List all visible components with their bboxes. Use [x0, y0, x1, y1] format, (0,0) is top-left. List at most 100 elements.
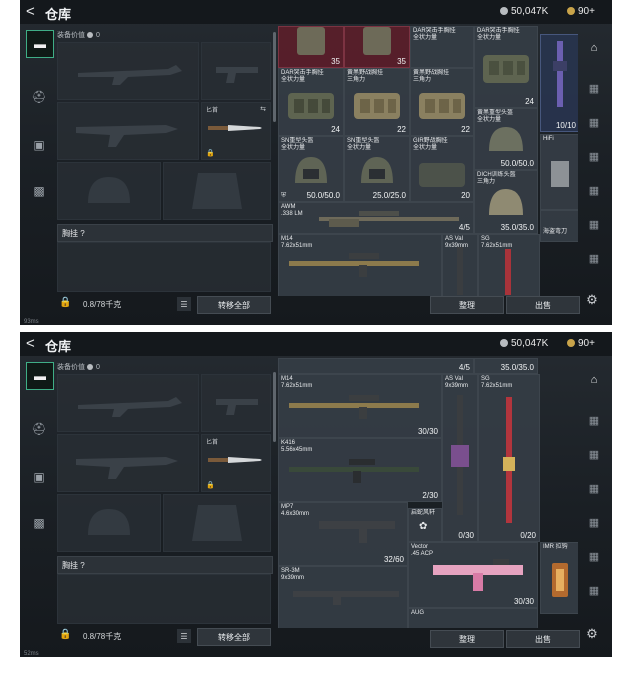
- storage-item[interactable]: AS Val 9x39mm 0/30: [442, 374, 478, 542]
- pistol-slot[interactable]: [201, 42, 271, 100]
- storage-item[interactable]: DAR突击手胸挂 全状力量 24: [278, 68, 344, 136]
- lock-icon[interactable]: 🔒: [59, 629, 71, 640]
- secondary-weapon-slot[interactable]: [57, 102, 199, 160]
- gold-balance[interactable]: 90+: [567, 6, 595, 17]
- storage-item[interactable]: M14 7.62x51mm: [278, 234, 442, 296]
- armor-slot[interactable]: [163, 162, 271, 220]
- storage-item[interactable]: Vector .45 ACP 30/30: [408, 542, 538, 608]
- organize-button[interactable]: 整理: [430, 296, 504, 314]
- storage-item[interactable]: AUG: [408, 608, 538, 628]
- storage-item[interactable]: MP7 4.6x30mm 32/60: [278, 502, 408, 566]
- storage-item[interactable]: SR-3M 9x39mm: [278, 566, 408, 628]
- chest-rig-slot[interactable]: [57, 574, 271, 624]
- storage-box-icon[interactable]: ▦: [584, 248, 604, 268]
- right-icon-strip: ⌂ ▦ ▦ ▦ ▦ ▦ ▦: [580, 362, 608, 622]
- storage-item[interactable]: 10/10: [540, 34, 578, 132]
- scrollbar[interactable]: [273, 372, 276, 442]
- melee-slot[interactable]: 匕首 🔒: [201, 434, 271, 492]
- coin-icon: [86, 32, 93, 38]
- chest-rig-bar[interactable]: 胸挂 ?: [57, 224, 273, 242]
- storage-item[interactable]: 35.0/35.0: [474, 358, 538, 374]
- swap-icon[interactable]: ⇆: [260, 105, 266, 113]
- storage-item[interactable]: HiFi: [540, 134, 578, 210]
- weight-readout: 0.8/78千克: [83, 632, 122, 641]
- top-bar: < 仓库 50,047K 90+: [20, 332, 612, 356]
- storage-item[interactable]: AS Val 9x39mm: [442, 234, 478, 296]
- gold-balance[interactable]: 90+: [567, 338, 595, 349]
- storage-box-icon[interactable]: ▦: [584, 444, 604, 464]
- tab-vest[interactable]: ▣: [26, 464, 52, 490]
- gold-icon: [567, 339, 575, 347]
- storage-item[interactable]: SN重型头盔 全状力量 25.0/25.0: [344, 136, 410, 202]
- list-icon[interactable]: ☰: [177, 297, 191, 311]
- storage-item[interactable]: 启蛇风轩 ✿: [408, 508, 442, 542]
- storage-item[interactable]: AWM .338 LM 4/5: [278, 202, 474, 234]
- storage-item[interactable]: SG 7.62x51mm: [478, 234, 540, 296]
- rifle-vertical-icon: [457, 247, 463, 295]
- lock-icon[interactable]: 🔒: [59, 297, 71, 308]
- storage-item[interactable]: SN重型头盔 全状力量 ⛨ 50.0/50.0: [278, 136, 344, 202]
- secondary-weapon-slot[interactable]: [57, 434, 199, 492]
- chest-rig-bar[interactable]: 胸挂 ?: [57, 556, 273, 574]
- list-icon[interactable]: ☰: [177, 629, 191, 643]
- storage-item[interactable]: SG 7.62x51mm 0/20: [478, 374, 540, 542]
- scrollbar[interactable]: [273, 32, 276, 122]
- item-name: SN重型头盔 全状力量: [347, 138, 380, 151]
- helmet-slot[interactable]: [57, 494, 161, 552]
- rifle-icon: [289, 253, 419, 277]
- melee-slot[interactable]: 匕首 ⇆ 🔒: [201, 102, 271, 160]
- storage-item[interactable]: 黄黑重型头盔 全状力量 50.0/50.0: [474, 108, 538, 170]
- storage-item[interactable]: GIR野战胸挂 全状力量 20: [410, 136, 474, 202]
- storage-item[interactable]: IMR 拉钩: [540, 542, 578, 614]
- primary-weapon-slot[interactable]: [57, 374, 199, 432]
- storage-item[interactable]: DAR突击手胸挂 全状力量: [410, 26, 474, 68]
- tab-vest[interactable]: ▣: [26, 132, 52, 158]
- storage-box-icon[interactable]: ▦: [584, 180, 604, 200]
- gear-icon[interactable]: ⚙: [584, 626, 600, 642]
- storage-box-icon[interactable]: ▦: [584, 580, 604, 600]
- storage-item[interactable]: 35: [344, 26, 410, 68]
- storage-box-icon[interactable]: ▦: [584, 478, 604, 498]
- storage-item[interactable]: DICH训练头盔 三角力 35.0/35.0: [474, 170, 538, 234]
- storage-box-icon[interactable]: ▦: [584, 78, 604, 98]
- storage-tab-icon[interactable]: ⌂: [584, 370, 604, 390]
- storage-item[interactable]: 35: [278, 26, 344, 68]
- tab-helmet[interactable]: ⛑: [26, 84, 52, 110]
- storage-item[interactable]: 黄黑野战胸挂 三角力 22: [410, 68, 474, 136]
- transfer-all-button[interactable]: 转移全部: [197, 628, 271, 646]
- tab-helmet[interactable]: ⛑: [26, 416, 52, 442]
- back-button[interactable]: <: [26, 3, 35, 20]
- helmet-slot[interactable]: [57, 162, 161, 220]
- sell-button[interactable]: 出售: [506, 630, 580, 648]
- primary-weapon-slot[interactable]: [57, 42, 199, 100]
- tab-weapons[interactable]: ▬: [26, 362, 54, 390]
- coin-balance[interactable]: 50,047K: [500, 6, 548, 17]
- chest-rig-slot[interactable]: [57, 242, 271, 292]
- gold-amount: 90+: [578, 6, 595, 17]
- storage-box-icon[interactable]: ▦: [584, 546, 604, 566]
- storage-item[interactable]: 海盗弯刀: [540, 210, 578, 242]
- tab-weapons[interactable]: ▬: [26, 30, 54, 58]
- transfer-all-button[interactable]: 转移全部: [197, 296, 271, 314]
- back-button[interactable]: <: [26, 335, 35, 352]
- storage-box-icon[interactable]: ▦: [584, 512, 604, 532]
- storage-box-icon[interactable]: ▦: [584, 112, 604, 132]
- storage-box-icon[interactable]: ▦: [584, 214, 604, 234]
- gear-icon[interactable]: ⚙: [584, 292, 600, 308]
- storage-item[interactable]: M14 7.62x51mm 30/30: [278, 374, 442, 438]
- item-count: 24: [331, 125, 340, 134]
- coin-balance[interactable]: 50,047K: [500, 338, 548, 349]
- storage-box-icon[interactable]: ▦: [584, 410, 604, 430]
- storage-tab-icon[interactable]: ⌂: [584, 38, 604, 58]
- storage-item[interactable]: DAR突击手胸挂 全状力量 24: [474, 26, 538, 108]
- storage-box-icon[interactable]: ▦: [584, 146, 604, 166]
- storage-item[interactable]: K416 5.56x45mm 2/30: [278, 438, 442, 502]
- tab-backpack[interactable]: ▩: [26, 510, 52, 536]
- pistol-slot[interactable]: [201, 374, 271, 432]
- storage-item[interactable]: 4/5: [278, 358, 474, 374]
- storage-item[interactable]: 黄黑野战胸挂 三角力 22: [344, 68, 410, 136]
- tab-backpack[interactable]: ▩: [26, 178, 52, 204]
- armor-slot[interactable]: [163, 494, 271, 552]
- sell-button[interactable]: 出售: [506, 296, 580, 314]
- organize-button[interactable]: 整理: [430, 630, 504, 648]
